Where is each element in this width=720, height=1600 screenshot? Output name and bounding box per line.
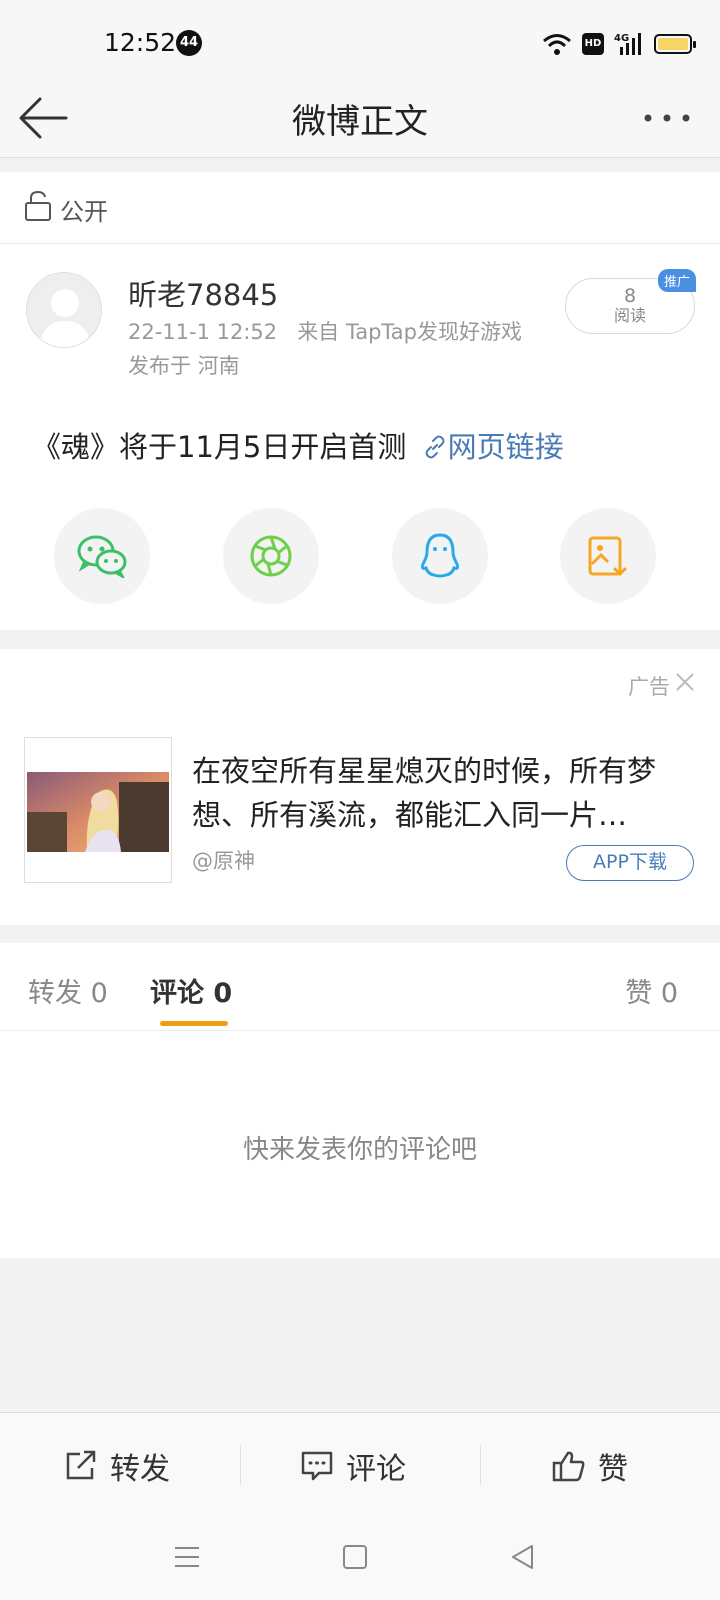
post-source[interactable]: 来自 TapTap发现好游戏 [297, 320, 522, 344]
notification-badge: 44 [176, 30, 202, 56]
unlock-icon [25, 190, 51, 221]
signal-icon: 4G [614, 33, 641, 55]
avatar[interactable] [26, 272, 102, 348]
post-content: 《魂》将于11月5日开启首测 网页链接 [32, 424, 564, 466]
privacy-label: 公开 [60, 198, 108, 226]
battery-icon [654, 34, 696, 54]
comment-label: 评论 [346, 1452, 406, 1487]
menu-icon[interactable] [172, 1542, 202, 1572]
post-card: 昕老78845 22-11-1 12:52 来自 TapTap发现好游戏 发布于… [0, 244, 720, 630]
username[interactable]: 昕老78845 [128, 272, 278, 314]
empty-comments-text: 快来发表你的评论吧 [242, 1135, 477, 1165]
interaction-tabs: 转发 0 评论 0 赞 0 [0, 943, 720, 1031]
comments-section: 快来发表你的评论吧 [0, 1031, 720, 1258]
system-nav-bar [0, 1518, 720, 1600]
ad-text: 在夜空所有星星熄灭的时候，所有梦想、所有溪流，都能汇入同一片… [192, 754, 657, 832]
privacy-bar[interactable]: 公开 [0, 172, 720, 244]
save-image-icon [588, 536, 627, 577]
post-timestamp: 22-11-1 12:52 [128, 320, 278, 344]
post-location: 发布于 河南 [128, 354, 240, 378]
default-avatar-icon [39, 289, 91, 347]
comment-button[interactable]: 评论 [300, 1413, 406, 1519]
ad-tag: 广告 [628, 675, 670, 699]
home-icon[interactable] [340, 1542, 370, 1572]
status-bar: 12:52 44 HD 4G [0, 0, 720, 88]
repost-label: 转发 [110, 1452, 170, 1487]
tab-likes[interactable]: 赞 0 [625, 971, 678, 1010]
repost-button[interactable]: 转发 [64, 1413, 170, 1519]
post-text: 《魂》将于11月5日开启首测 [32, 430, 407, 464]
share-wechat-button[interactable] [54, 508, 150, 604]
page-title: 微博正文 [292, 102, 428, 142]
qq-icon [420, 533, 460, 578]
read-count-box[interactable]: 8 阅读 推广 [565, 269, 696, 334]
active-tab-indicator [160, 1021, 228, 1026]
more-icon[interactable] [642, 108, 692, 128]
ad-thumbnail[interactable] [24, 737, 172, 883]
comment-icon [301, 1451, 333, 1481]
back-triangle-icon[interactable] [508, 1542, 538, 1572]
repost-icon [66, 1450, 96, 1480]
ad-image [27, 772, 169, 852]
link-icon [425, 435, 445, 459]
hd-badge: HD [582, 33, 604, 55]
share-row [0, 508, 720, 604]
nav-bar: 微博正文 [0, 88, 720, 158]
like-label: 赞 [598, 1452, 628, 1487]
post-meta: 22-11-1 12:52 来自 TapTap发现好游戏 [128, 316, 522, 346]
promo-badge: 推广 [657, 269, 696, 292]
share-qq-button[interactable] [392, 508, 488, 604]
tab-comments[interactable]: 评论 0 [150, 971, 232, 1010]
wechat-icon [77, 535, 127, 578]
thumbs-up-icon [552, 1451, 585, 1482]
web-link[interactable]: 网页链接 [448, 430, 564, 464]
ad-source[interactable]: @原神 [192, 845, 255, 875]
like-button[interactable]: 赞 [552, 1413, 628, 1519]
app-download-button[interactable]: APP下载 [566, 845, 694, 881]
status-icons: HD 4G [542, 28, 696, 60]
share-save-image-button[interactable] [560, 508, 656, 604]
status-time: 12:52 [104, 28, 177, 57]
moments-icon [250, 535, 292, 577]
tab-reposts[interactable]: 转发 0 [28, 971, 108, 1010]
share-moments-button[interactable] [223, 508, 319, 604]
close-icon[interactable] [674, 671, 696, 693]
read-label: 阅读 [613, 306, 646, 325]
wifi-icon [543, 34, 571, 55]
bottom-action-bar: 转发 评论 赞 [0, 1412, 720, 1518]
ad-card[interactable]: 广告 在夜空所有星星熄灭的时候，所有梦想、所有溪流，都能汇入同一片… @原神 A… [0, 649, 720, 925]
svg-text:4G: 4G [614, 33, 629, 44]
